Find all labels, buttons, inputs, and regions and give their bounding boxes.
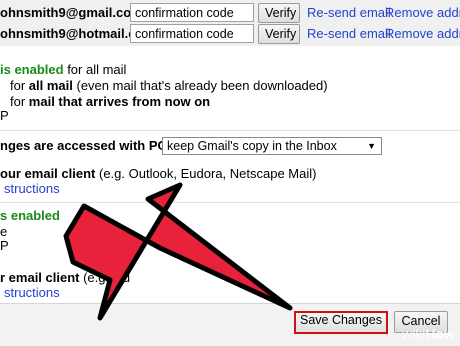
wikihow-watermark: wikiHow <box>402 326 455 342</box>
watermark-wiki: wiki <box>402 326 426 342</box>
red-arrow-icon <box>63 182 293 321</box>
pointer-arrow-overlay <box>63 182 293 321</box>
watermark-how: How <box>425 326 455 342</box>
